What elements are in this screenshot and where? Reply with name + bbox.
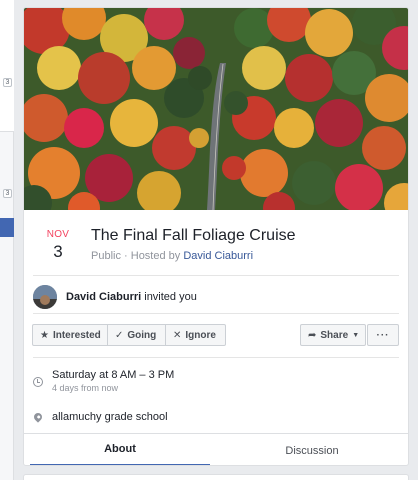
ignore-label: Ignore <box>185 329 216 341</box>
more-options-button[interactable]: ··· <box>367 324 399 346</box>
event-location[interactable]: allamuchy grade school <box>52 411 168 423</box>
interested-label: Interested <box>52 329 101 341</box>
close-icon: ✕ <box>173 329 182 341</box>
checkmark-icon: ✓ <box>115 329 124 341</box>
going-label: Going <box>127 329 157 341</box>
event-location-row: allamuchy grade school <box>32 411 168 423</box>
divider <box>33 275 399 276</box>
invitation-text: David Ciaburri invited you <box>66 291 197 303</box>
interested-button[interactable]: ★ Interested <box>32 324 108 346</box>
share-button[interactable]: ➦ Share ▼ <box>300 324 366 346</box>
tab-discussion[interactable]: Discussion <box>220 434 404 465</box>
host-link[interactable]: David Ciaburri <box>183 250 253 262</box>
tab-about[interactable]: About <box>30 434 210 465</box>
event-month: NOV <box>46 229 70 240</box>
left-count-badge: 3 <box>3 189 12 198</box>
event-cover-photo[interactable] <box>24 8 408 210</box>
left-selected-item[interactable] <box>0 218 14 237</box>
event-title: The Final Fall Foliage Cruise <box>91 227 296 244</box>
caret-down-icon: ▼ <box>352 331 360 339</box>
going-button[interactable]: ✓ Going <box>108 324 166 346</box>
event-date: NOV 3 <box>42 229 74 262</box>
inviter-name[interactable]: David Ciaburri <box>66 291 141 303</box>
event-time-relative: 4 days from now <box>52 383 119 393</box>
next-card-edge <box>23 474 409 480</box>
event-visibility: Public <box>91 250 121 262</box>
divider <box>33 357 399 358</box>
share-arrow-icon: ➦ <box>308 329 317 341</box>
avatar-photo <box>33 285 57 309</box>
event-time-row: Saturday at 8 AM – 3 PM 4 days from now <box>33 369 174 393</box>
hosted-by-label: · Hosted by <box>124 250 181 262</box>
avatar[interactable] <box>33 285 57 309</box>
left-count-badge: 3 <box>3 78 12 87</box>
share-label: Share <box>320 329 349 341</box>
ignore-button[interactable]: ✕ Ignore <box>166 324 226 346</box>
divider <box>33 313 399 314</box>
left-column-edge: 3 3 <box>0 0 14 480</box>
event-card: NOV 3 The Final Fall Foliage Cruise Publ… <box>23 7 409 466</box>
autumn-forest-road-photo <box>24 8 408 210</box>
invited-you-text: invited you <box>144 291 197 303</box>
event-meta: Public · Hosted by David Ciaburri <box>91 250 253 262</box>
location-pin-icon <box>32 411 44 423</box>
event-time: Saturday at 8 AM – 3 PM <box>52 369 175 381</box>
clock-icon <box>33 377 43 387</box>
event-tabs: About Discussion <box>24 433 408 465</box>
invitation-row: David Ciaburri invited you <box>33 284 197 310</box>
star-icon: ★ <box>40 329 49 341</box>
left-panel-edge <box>0 0 14 132</box>
event-day: 3 <box>53 242 63 261</box>
